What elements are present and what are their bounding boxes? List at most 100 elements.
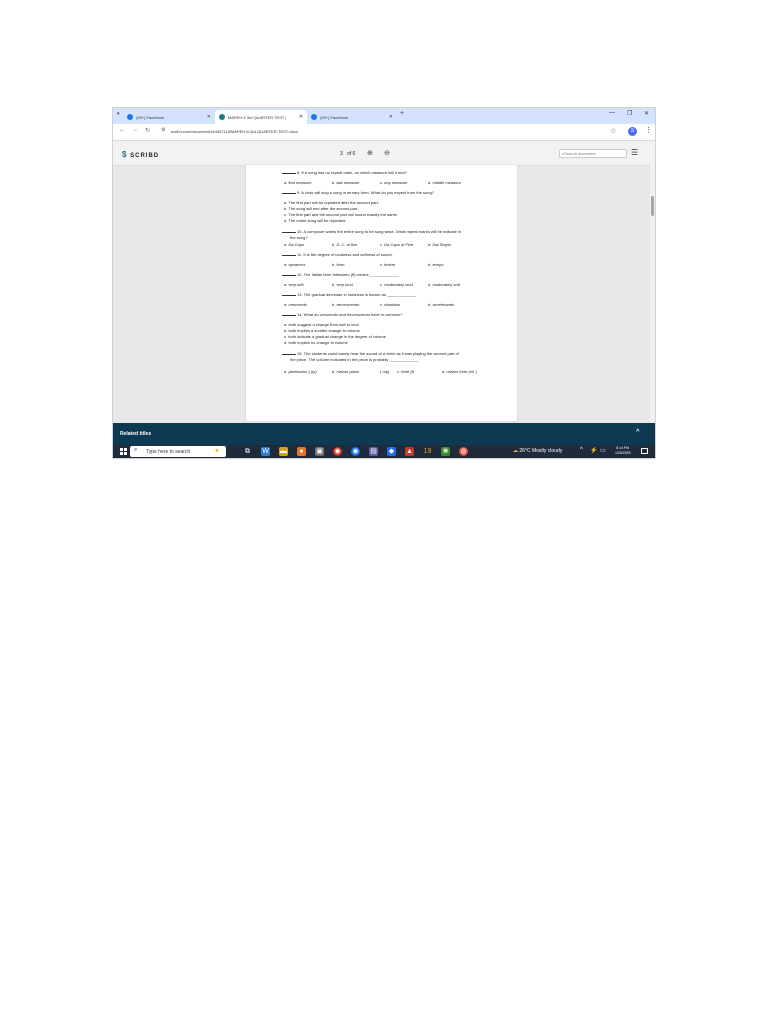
new-tab-button[interactable]: + bbox=[400, 110, 404, 117]
screenshot-frame: ▾ (20+) Facebook ✕ MAPEH 8 3rd QUARTER T… bbox=[113, 108, 655, 458]
page-total: of 6 bbox=[346, 151, 356, 157]
store-icon[interactable]: ▣ bbox=[315, 447, 324, 456]
scribd-icon bbox=[219, 114, 225, 120]
document-page: 8. If a song has no repeat mark, on whic… bbox=[246, 165, 517, 421]
question-text: 13. The gradual decrease in loudness is … bbox=[297, 292, 416, 297]
related-titles-bar[interactable]: Related titles ^ bbox=[113, 423, 655, 445]
option: c. timbre bbox=[380, 262, 396, 267]
scribd-header: $ SCRIBD 3 of 6 ⊕ ⊖ ⌕Search document ☰ bbox=[113, 141, 650, 166]
question-12: 12. The Italian term fortissimo (ff) mea… bbox=[282, 272, 399, 277]
windows-start-icon[interactable] bbox=[120, 448, 127, 455]
app-icon[interactable]: ▲ bbox=[405, 447, 414, 456]
option: d. both implies no change in volume bbox=[284, 340, 348, 345]
weather-widget[interactable]: ☁ 26°C Mostly cloudy bbox=[513, 448, 562, 454]
tab-label: MAPEH 8 3rd QUARTER TEST | bbox=[228, 114, 287, 120]
chrome-profile-icon[interactable]: ◉ bbox=[351, 447, 360, 456]
profile-avatar[interactable]: S bbox=[628, 127, 637, 136]
edge-icon[interactable]: ◆ bbox=[387, 447, 396, 456]
facebook-icon bbox=[127, 114, 133, 120]
option: d. The entire song will be repeated. bbox=[284, 218, 347, 223]
copilot-sparkle-icon[interactable]: ✦ bbox=[214, 447, 220, 455]
document-search-input[interactable]: ⌕Search document bbox=[559, 149, 627, 158]
notification-icon[interactable] bbox=[641, 448, 648, 454]
word-icon[interactable]: W bbox=[261, 447, 270, 456]
menu-icon[interactable]: ☰ bbox=[631, 148, 638, 157]
question-11: 11. It is the degree of loudness and sof… bbox=[282, 252, 393, 257]
bookmark-star-icon[interactable]: ☆ bbox=[610, 127, 616, 135]
scribd-logo-text: SCRIBD bbox=[130, 153, 160, 159]
app-icon[interactable]: ❀ bbox=[441, 447, 450, 456]
network-icon[interactable]: ⚡ bbox=[590, 447, 597, 454]
option: c. forte (f) bbox=[397, 369, 415, 374]
option: b. The song will end after the second pa… bbox=[284, 206, 359, 211]
maximize-icon[interactable]: ❐ bbox=[627, 110, 632, 117]
task-view-icon[interactable]: ⧉ bbox=[243, 447, 252, 456]
option: a. pianissimo ( pp) bbox=[284, 369, 317, 374]
photos-icon[interactable]: ▤ bbox=[369, 447, 378, 456]
minimize-icon[interactable]: — bbox=[609, 110, 615, 116]
page-indicator[interactable]: 3 of 6 bbox=[340, 151, 355, 157]
answer-blank bbox=[282, 232, 296, 233]
question-text: 12. The Italian term fortissimo (ff) mea… bbox=[297, 272, 399, 277]
option: ( mp) bbox=[380, 369, 390, 374]
browser-menu-icon[interactable]: ⋮ bbox=[645, 126, 652, 134]
option: a. very soft bbox=[284, 282, 304, 287]
chevron-up-icon[interactable]: ^ bbox=[580, 447, 583, 453]
option: d. tempo bbox=[428, 262, 444, 267]
chrome-icon[interactable]: ◉ bbox=[333, 447, 342, 456]
close-tab-icon[interactable]: ✕ bbox=[207, 114, 211, 120]
option: d. moderately soft bbox=[428, 282, 460, 287]
tab-scribd-active[interactable]: MAPEH 8 3rd QUARTER TEST | ✕ bbox=[215, 110, 307, 124]
question-8: 8. If a song has no repeat mark, on whic… bbox=[282, 170, 407, 175]
file-explorer-icon[interactable]: ▬ bbox=[279, 447, 288, 456]
option: a. crescendo bbox=[284, 302, 307, 307]
tab-search-chevron-icon[interactable]: ▾ bbox=[117, 111, 120, 117]
app-icon[interactable]: 19 bbox=[423, 447, 432, 456]
related-titles-label: Related titles bbox=[120, 431, 152, 437]
page-current[interactable]: 3 bbox=[340, 151, 343, 157]
firefox-icon[interactable]: ● bbox=[297, 447, 306, 456]
system-clock[interactable]: 8:14 PM 1/25/2025 bbox=[615, 446, 631, 456]
question-text: 11. It is the degree of loudness and sof… bbox=[297, 252, 393, 257]
keyboard-icon[interactable]: ▭ bbox=[600, 447, 606, 454]
clock-date: 1/25/2025 bbox=[615, 451, 631, 455]
option: a. dynamics bbox=[284, 262, 306, 267]
zoom-out-icon[interactable]: ⊖ bbox=[384, 149, 390, 157]
option: d. mezzo forte (mf ) bbox=[442, 369, 477, 374]
zoom-in-icon[interactable]: ⊕ bbox=[367, 149, 373, 157]
answer-blank bbox=[282, 255, 296, 256]
taskbar-search-input[interactable]: ⌕ Type here to search ✦ bbox=[130, 446, 226, 457]
windows-taskbar: ⌕ Type here to search ✦ ⧉ W ▬ ● ▣ ◉ ◉ ▤ … bbox=[113, 445, 655, 458]
question-text: 10. A composer wants the entire song to … bbox=[297, 229, 462, 234]
option: c. Da Capo al Fine bbox=[380, 242, 414, 247]
scrollbar-thumb[interactable] bbox=[651, 196, 654, 216]
close-tab-icon[interactable]: ✕ bbox=[299, 114, 303, 120]
question-text-cont: the piece. The volume indicated in the p… bbox=[290, 357, 419, 362]
tab-facebook-2[interactable]: (20+) Facebook ✕ bbox=[307, 110, 397, 124]
option: c. The first part and the second part wi… bbox=[284, 212, 398, 217]
tab-facebook-1[interactable]: (20+) Facebook ✕ bbox=[123, 110, 215, 124]
question-text: 15. The students could barely hear the s… bbox=[297, 351, 459, 356]
tab-strip: ▾ (20+) Facebook ✕ MAPEH 8 3rd QUARTER T… bbox=[113, 108, 655, 124]
forward-icon[interactable]: → bbox=[132, 127, 138, 133]
url-field[interactable]: scribd.com/document/444457118/MAPEH-8-3r… bbox=[171, 129, 298, 134]
app-icon[interactable]: ◍ bbox=[459, 447, 468, 456]
close-tab-icon[interactable]: ✕ bbox=[389, 114, 393, 120]
option: a. first measure bbox=[284, 180, 312, 185]
question-14: 14. What do crescendo and decrescendo ha… bbox=[282, 312, 403, 317]
scribd-logo[interactable]: $ SCRIBD bbox=[122, 150, 159, 159]
option: d. Dal Segno bbox=[428, 242, 452, 247]
search-placeholder: Search document bbox=[564, 151, 596, 156]
close-window-icon[interactable]: ✕ bbox=[644, 110, 649, 117]
back-icon[interactable]: ← bbox=[119, 127, 125, 133]
answer-blank bbox=[282, 173, 296, 174]
vertical-scrollbar[interactable] bbox=[650, 141, 655, 423]
question-text: 14. What do crescendo and decrescendo ha… bbox=[297, 312, 403, 317]
question-9: 9. A choir will sing a song in ternary f… bbox=[282, 190, 434, 195]
answer-blank bbox=[282, 315, 296, 316]
chevron-up-icon[interactable]: ^ bbox=[636, 429, 640, 435]
site-info-icon[interactable]: ⚙ bbox=[161, 127, 165, 133]
tab-label: (20+) Facebook bbox=[136, 114, 165, 120]
taskbar-search-placeholder: Type here to search bbox=[146, 449, 191, 455]
reload-icon[interactable]: ↻ bbox=[145, 127, 150, 134]
